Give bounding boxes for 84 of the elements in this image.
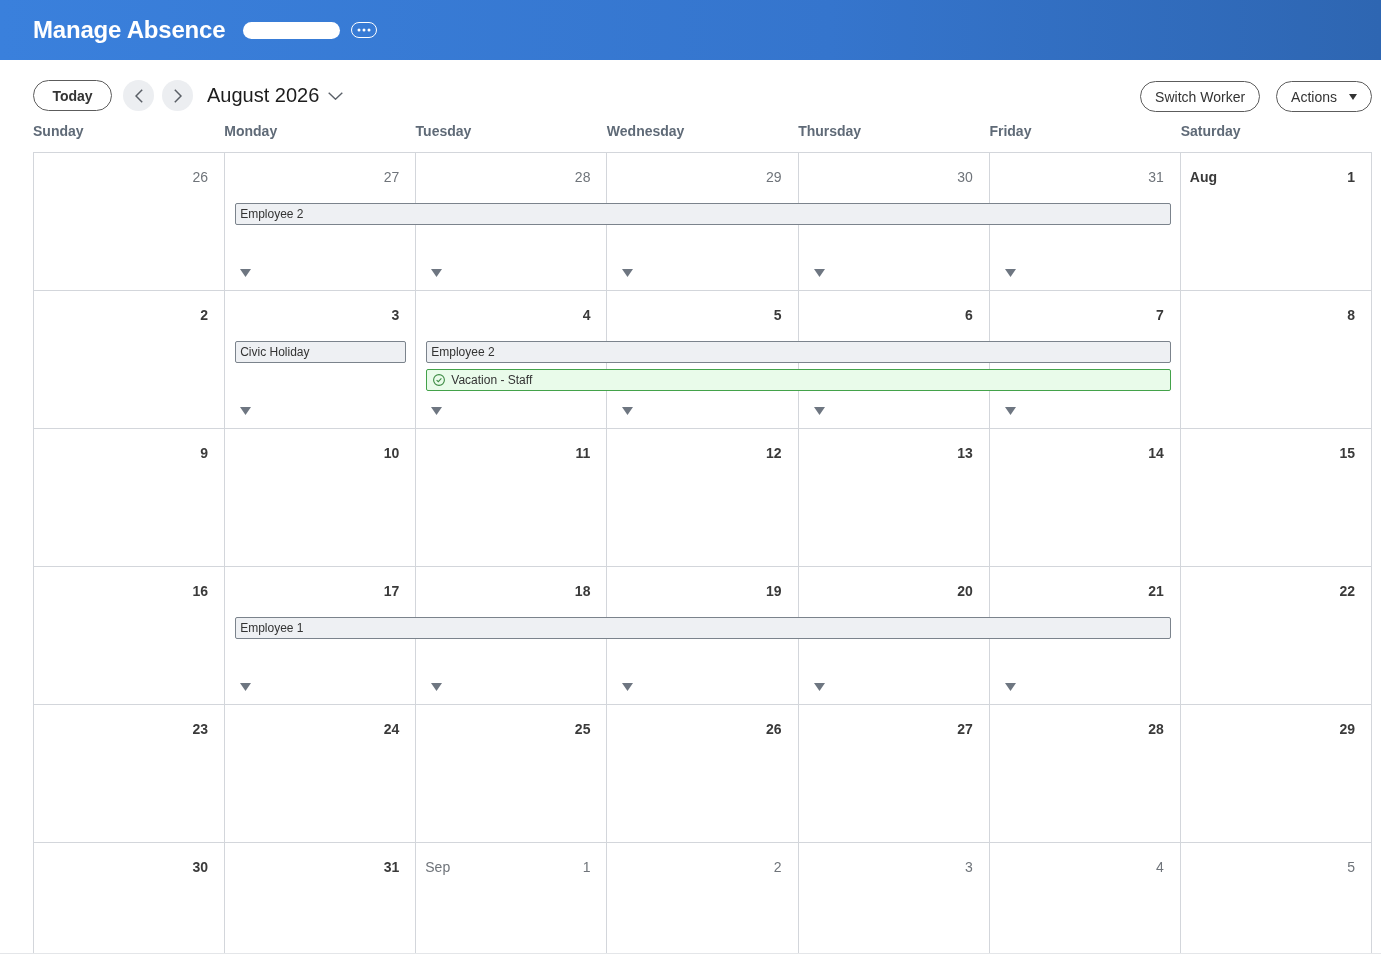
caret-down-icon[interactable] — [431, 407, 443, 415]
caret-down-icon[interactable] — [813, 407, 825, 415]
day-number: 2 — [773, 859, 782, 875]
day-number: 10 — [383, 445, 400, 461]
caret-down-icon[interactable] — [622, 269, 634, 277]
more-horizontal-icon — [357, 28, 372, 32]
month-selector[interactable]: August 2026 — [207, 80, 344, 111]
time-off-event[interactable]: Vacation - Staff — [426, 369, 1171, 391]
day-number: 16 — [192, 583, 209, 599]
day-number: 20 — [957, 583, 973, 599]
weekday-heading: Thursday — [798, 122, 862, 141]
day-number: 19 — [766, 583, 782, 599]
day-number: 2 — [200, 307, 209, 323]
caret-down-icon[interactable] — [813, 683, 825, 691]
day-number: 18 — [574, 583, 591, 599]
day-number: 5 — [773, 307, 782, 323]
weekday-heading: Monday — [224, 122, 278, 141]
previous-month-button[interactable] — [123, 80, 154, 111]
caret-down-icon[interactable] — [431, 269, 443, 277]
toolbar-button[interactable]: Switch Worker — [1140, 81, 1261, 112]
page-title: Manage Absence — [33, 16, 226, 44]
day-number: 29 — [1339, 721, 1355, 737]
caret-down-icon[interactable] — [622, 407, 634, 415]
day-number: 24 — [383, 721, 400, 737]
day-number: 28 — [574, 169, 591, 185]
day-number: 9 — [200, 445, 209, 461]
worker-event[interactable]: Employee 1 — [235, 617, 1171, 639]
day-number: 13 — [957, 445, 973, 461]
weekday-heading: Friday — [989, 122, 1032, 141]
caret-down-icon[interactable] — [813, 269, 825, 277]
chevron-down-icon — [328, 91, 344, 100]
worker-event[interactable]: Employee 2 — [426, 341, 1171, 363]
caret-down-icon[interactable] — [240, 269, 252, 277]
caret-down-icon[interactable] — [240, 407, 252, 415]
weekday-heading: Wednesday — [606, 122, 685, 141]
day-number: 30 — [192, 859, 209, 875]
day-number: 15 — [1339, 445, 1355, 461]
day-number: 5 — [1347, 859, 1355, 875]
caret-down-icon[interactable] — [622, 683, 634, 691]
day-number: 8 — [1347, 307, 1355, 323]
weekday-heading: Sunday — [33, 122, 84, 141]
weekday-heading: Saturday — [1180, 122, 1241, 141]
check-circle-icon — [433, 374, 446, 386]
day-number: 4 — [1156, 859, 1164, 875]
day-number: 27 — [957, 721, 973, 737]
day-number: 6 — [964, 307, 973, 323]
day-number: 3 — [391, 307, 400, 323]
day-number: 28 — [1148, 721, 1164, 737]
day-number: 22 — [1339, 583, 1355, 599]
day-number: 31 — [383, 859, 400, 875]
next-month-button[interactable] — [162, 80, 193, 111]
caret-down-icon[interactable] — [1004, 269, 1016, 277]
day-number: 1 — [582, 859, 591, 875]
day-number: 4 — [582, 307, 591, 323]
today-button[interactable]: Today — [33, 80, 112, 111]
chevron-right-icon — [173, 88, 182, 103]
day-number: 1 — [1347, 169, 1355, 185]
caret-down-icon[interactable] — [1004, 407, 1016, 415]
day-number: 31 — [1148, 169, 1164, 185]
caret-down-icon[interactable] — [1004, 683, 1016, 691]
day-number: 27 — [383, 169, 400, 185]
day-number: 7 — [1156, 307, 1164, 323]
weekday-heading: Tuesday — [415, 122, 472, 141]
day-number: 21 — [1148, 583, 1164, 599]
caret-down-icon[interactable] — [431, 683, 443, 691]
day-number: 29 — [766, 169, 782, 185]
worker-event[interactable]: Employee 2 — [235, 203, 1171, 225]
caret-down-icon[interactable] — [240, 683, 252, 691]
month-label: Sep — [425, 859, 451, 875]
caret-down-icon — [1349, 93, 1357, 100]
month-label: Aug — [1189, 169, 1218, 185]
day-number: 25 — [574, 721, 591, 737]
day-number: 11 — [575, 445, 591, 461]
day-number: 14 — [1148, 445, 1164, 461]
day-number: 3 — [964, 859, 973, 875]
day-number: 26 — [192, 169, 209, 185]
day-number: 12 — [766, 445, 782, 461]
day-number: 30 — [957, 169, 973, 185]
day-number: 23 — [192, 721, 209, 737]
chevron-left-icon — [134, 88, 143, 103]
day-number: 26 — [766, 721, 782, 737]
menu-button[interactable]: Actions — [1276, 81, 1372, 112]
day-number: 17 — [383, 583, 400, 599]
holiday-event[interactable]: Civic Holiday — [235, 341, 407, 363]
